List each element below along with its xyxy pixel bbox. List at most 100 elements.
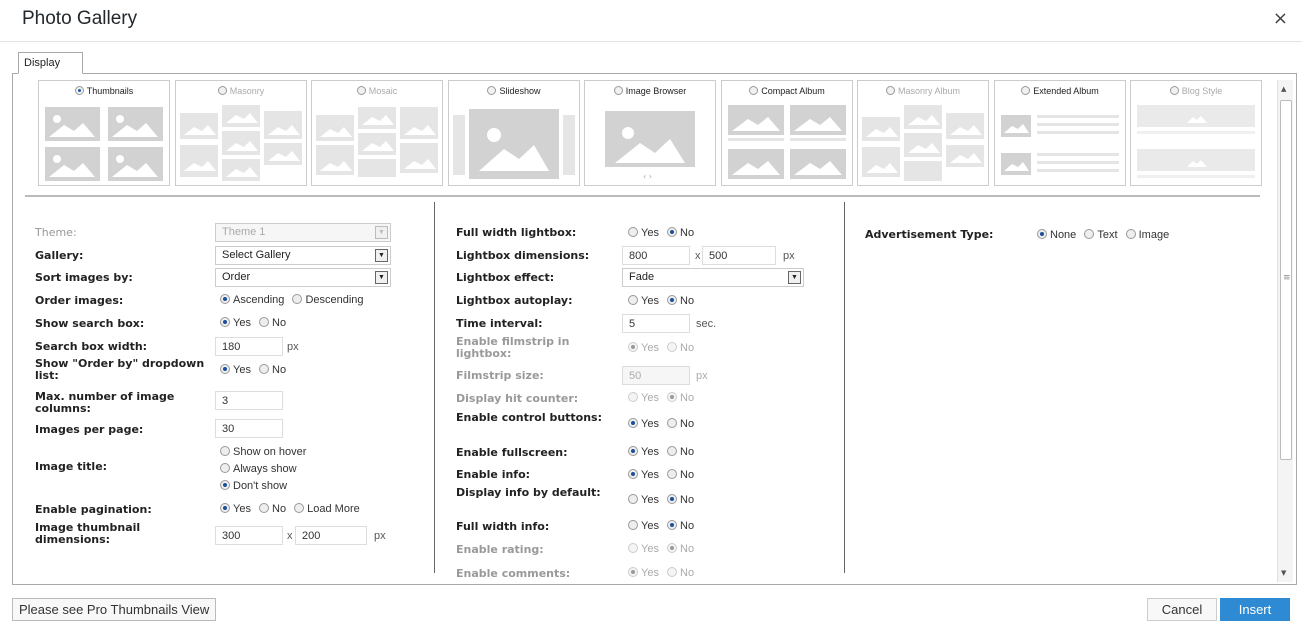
fwi-no-radio[interactable]: No (667, 520, 694, 532)
rating-radio-group: Yes No (628, 543, 699, 555)
filmstrip-size-input (622, 366, 690, 385)
lightbox-width-input[interactable] (622, 246, 690, 265)
fwl-no-radio[interactable]: No (667, 227, 694, 239)
fwi-yes-radio[interactable]: Yes (628, 520, 659, 532)
title-divider (0, 41, 1302, 42)
autoplay-no-radio[interactable]: No (667, 295, 694, 307)
search-no-radio[interactable]: No (259, 317, 286, 329)
vertical-scrollbar[interactable]: ▲ ≡ ▼ (1277, 80, 1293, 582)
search-width-input[interactable] (215, 337, 283, 356)
scroll-down-icon[interactable]: ▼ (1281, 569, 1286, 577)
ad-none-radio[interactable]: None (1037, 229, 1076, 241)
view-type-selector: Thumbnails Masonry Mosaic Slideshow Imag… (38, 80, 1268, 186)
search-box-radio-group: Yes No (220, 317, 291, 329)
order-by-radio-group: Yes No (220, 364, 291, 376)
thumb-height-input[interactable] (295, 526, 367, 545)
info-yes-radio[interactable]: Yes (628, 469, 659, 481)
view-image-browser[interactable]: Image Browser ‹ › (584, 80, 716, 186)
pagination-load-more-radio[interactable]: Load More (294, 503, 360, 515)
control-no-radio[interactable]: No (667, 418, 694, 430)
view-slideshow[interactable]: Slideshow (448, 80, 580, 186)
autoplay-yes-radio[interactable]: Yes (628, 295, 659, 307)
full-width-lightbox-radio-group: Yes No (628, 227, 699, 239)
ad-text-radio[interactable]: Text (1084, 229, 1118, 241)
lightbox-height-input[interactable] (702, 246, 776, 265)
theme-label: Theme: (35, 226, 77, 239)
hit-counter-yes-radio: Yes (628, 392, 659, 404)
view-label: Image Browser (625, 86, 687, 96)
svg-text:‹ ›: ‹ › (643, 172, 652, 181)
cancel-button[interactable]: Cancel (1147, 598, 1217, 621)
fullscreen-label: Enable fullscreen: (456, 446, 568, 459)
order-by-no-radio[interactable]: No (259, 364, 286, 376)
autoplay-label: Lightbox autoplay: (456, 294, 573, 307)
order-descending-radio[interactable]: Descending (292, 294, 364, 306)
radio-icon[interactable] (613, 86, 623, 95)
fwl-yes-radio[interactable]: Yes (628, 227, 659, 239)
scroll-up-icon[interactable]: ▲ (1281, 85, 1286, 93)
chevron-down-icon[interactable]: ▼ (788, 271, 801, 284)
view-masonry[interactable]: Masonry (175, 80, 307, 186)
fullscreen-no-radio[interactable]: No (667, 446, 694, 458)
full-width-info-label: Full width info: (456, 520, 550, 533)
ad-image-radio[interactable]: Image (1125, 229, 1169, 241)
view-label: Slideshow (499, 86, 541, 96)
gallery-select[interactable]: Select Gallery ▼ (215, 246, 391, 265)
column-divider (434, 202, 435, 573)
radio-icon[interactable] (885, 86, 895, 95)
lightbox-effect-label: Lightbox effect: (456, 271, 555, 284)
info-label: Enable info: (456, 468, 531, 481)
view-blog-style[interactable]: Blog Style (1130, 80, 1262, 186)
per-page-input[interactable] (215, 419, 283, 438)
tab-display[interactable]: Display (18, 52, 83, 74)
info-no-radio[interactable]: No (667, 469, 694, 481)
info-default-label: Display info by default: (456, 486, 601, 499)
time-interval-input[interactable] (622, 314, 690, 333)
radio-icon[interactable] (1021, 86, 1031, 95)
radio-icon[interactable] (749, 86, 759, 95)
control-buttons-label: Enable control buttons: (456, 411, 603, 424)
radio-icon[interactable] (487, 86, 497, 95)
insert-button[interactable]: Insert (1220, 598, 1290, 621)
radio-icon[interactable] (74, 86, 84, 95)
view-compact-album[interactable]: Compact Album (721, 80, 853, 186)
thumb-width-input[interactable] (215, 526, 283, 545)
thumb-dims-separator: x (287, 530, 293, 542)
search-yes-radio[interactable]: Yes (220, 317, 251, 329)
mosaic-preview-icon (316, 107, 438, 177)
view-masonry-album[interactable]: Masonry Album (857, 80, 989, 186)
order-by-yes-radio[interactable]: Yes (220, 364, 251, 376)
pro-view-button[interactable]: Please see Pro Thumbnails View (12, 598, 217, 621)
control-yes-radio[interactable]: Yes (628, 418, 659, 430)
info-default-yes-radio[interactable]: Yes (628, 494, 659, 506)
pagination-yes-radio[interactable]: Yes (220, 503, 251, 515)
fullscreen-yes-radio[interactable]: Yes (628, 446, 659, 458)
info-default-no-radio[interactable]: No (667, 494, 694, 506)
compact-album-preview-icon (728, 105, 846, 179)
view-mosaic[interactable]: Mosaic (311, 80, 443, 186)
chevron-down-icon[interactable]: ▼ (375, 249, 388, 262)
view-thumbnails[interactable]: Thumbnails (38, 80, 170, 186)
view-extended-album[interactable]: Extended Album (994, 80, 1126, 186)
rating-label: Enable rating: (456, 543, 544, 556)
comments-yes-radio: Yes (628, 567, 659, 579)
view-label: Compact Album (761, 86, 825, 96)
image-title-label: Image title: (35, 460, 108, 473)
info-default-radio-group: Yes No (628, 494, 699, 506)
pagination-no-radio[interactable]: No (259, 503, 286, 515)
ad-type-radio-group: None Text Image (1037, 229, 1174, 241)
radio-icon[interactable] (217, 86, 227, 95)
time-interval-label: Time interval: (456, 317, 543, 330)
chevron-down-icon[interactable]: ▼ (375, 271, 388, 284)
order-ascending-radio[interactable]: Ascending (220, 294, 284, 306)
title-hover-radio[interactable]: Show on hover (220, 444, 306, 461)
radio-icon[interactable] (1169, 86, 1179, 95)
column-divider (844, 202, 845, 573)
sort-select[interactable]: Order ▼ (215, 268, 391, 287)
close-icon[interactable]: × (1273, 8, 1288, 29)
title-none-radio[interactable]: Don't show (220, 478, 287, 495)
radio-icon[interactable] (356, 86, 366, 95)
max-columns-input[interactable] (215, 391, 283, 410)
lightbox-effect-select[interactable]: Fade ▼ (622, 268, 804, 287)
title-always-radio[interactable]: Always show (220, 461, 297, 478)
